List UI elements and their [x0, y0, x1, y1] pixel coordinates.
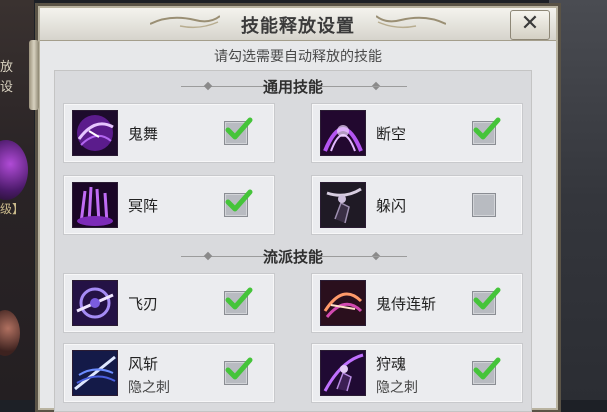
- skill-card-wind-slash[interactable]: 风斩 隐之刺: [63, 343, 275, 403]
- skill-checkbox[interactable]: [224, 117, 253, 145]
- skill-name: 断空: [376, 125, 407, 143]
- skill-name: 飞刃: [128, 295, 159, 313]
- skill-card-nether-array[interactable]: 冥阵: [63, 175, 275, 235]
- section-title-school: 流派技能: [262, 248, 323, 266]
- scroll-ornament: [29, 40, 39, 110]
- skill-name: 鬼侍连斩: [376, 295, 437, 313]
- checkmark-icon: [473, 357, 501, 380]
- skill-subtitle: 隐之刺: [376, 380, 418, 396]
- skill-checkbox-unchecked[interactable]: [472, 193, 496, 217]
- ghost-dance-icon: [72, 110, 118, 156]
- checkmark-icon: [225, 189, 253, 212]
- skill-subtitle: 隐之刺: [128, 380, 170, 396]
- skills-panel: 通用技能 鬼舞 断空 冥阵 躲闪 流派技能 飞刃 鬼侍连斩 风斩 隐之刺 狩魂 …: [54, 70, 532, 412]
- background-fragment-text-2: 级】: [0, 202, 25, 216]
- title-ornament-right-icon: [376, 15, 446, 29]
- skill-card-dodge[interactable]: 躲闪: [311, 175, 523, 235]
- checkmark-icon: [225, 117, 253, 140]
- skill-card-soul-hunt[interactable]: 狩魂 隐之刺: [311, 343, 523, 403]
- skill-name: 躲闪: [376, 197, 407, 215]
- skill-card-flying-blade[interactable]: 飞刃: [63, 273, 275, 333]
- skill-card-ghost-dance[interactable]: 鬼舞: [63, 103, 275, 163]
- skill-name: 冥阵: [128, 197, 159, 215]
- section-header-general: 通用技能: [55, 75, 531, 99]
- nether-array-icon: [72, 182, 118, 228]
- skill-release-settings-dialog: 技能释放设置 ✕ 请勾选需要自动释放的技能 通用技能 鬼舞 断空 冥阵 躲闪 流…: [29, 6, 558, 412]
- checkmark-icon: [473, 117, 501, 140]
- wind-slash-icon: [72, 350, 118, 396]
- dodge-icon: [320, 182, 366, 228]
- section-divider-right: [317, 86, 407, 87]
- soul-hunt-icon: [320, 350, 366, 396]
- skill-checkbox[interactable]: [472, 117, 501, 145]
- break-sky-icon: [320, 110, 366, 156]
- dialog-title: 技能释放设置: [241, 16, 355, 37]
- skill-checkbox[interactable]: [224, 189, 253, 217]
- checkmark-icon: [225, 287, 253, 310]
- section-title-general: 通用技能: [262, 78, 323, 96]
- skill-checkbox[interactable]: [472, 287, 501, 315]
- section-divider-right: [317, 256, 407, 257]
- skill-checkbox[interactable]: [472, 357, 501, 385]
- skill-name: 鬼舞: [128, 125, 159, 143]
- skill-checkbox[interactable]: [224, 357, 253, 385]
- flying-blade-icon: [72, 280, 118, 326]
- skill-name: 狩魂: [376, 355, 407, 373]
- skill-checkbox[interactable]: [224, 287, 253, 315]
- skill-card-ghost-combo[interactable]: 鬼侍连斩: [311, 273, 523, 333]
- title-bar: 技能释放设置 ✕: [40, 8, 556, 41]
- dialog-subtitle: 请勾选需要自动释放的技能: [214, 49, 382, 65]
- background-fragment-text: 放设: [0, 60, 14, 95]
- skill-card-break-sky[interactable]: 断空: [311, 103, 523, 163]
- ghost-combo-icon: [320, 280, 366, 326]
- checkmark-icon: [225, 357, 253, 380]
- skill-name: 风斩: [128, 355, 159, 373]
- close-icon: ✕: [520, 11, 540, 36]
- section-header-school: 流派技能: [55, 245, 531, 269]
- checkmark-icon: [473, 287, 501, 310]
- close-button[interactable]: ✕: [510, 10, 550, 40]
